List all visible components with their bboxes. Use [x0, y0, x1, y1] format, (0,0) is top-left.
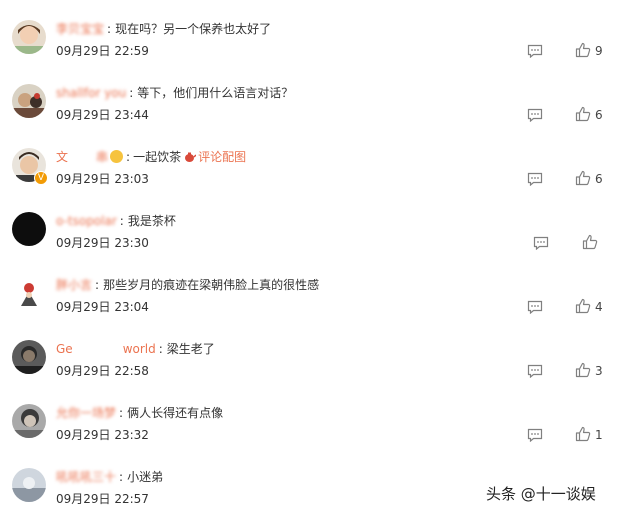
comment-line: 李贝宝宝: 现在吗？另一个保养也太好了: [56, 21, 271, 37]
username-link[interactable]: 胖小言: [56, 278, 92, 292]
separator: :: [119, 406, 124, 420]
avatar[interactable]: [12, 404, 46, 438]
comment-item: o-tsopolar: 我是茶杯 09月29日 23:30: [0, 208, 617, 272]
comment-text: 小迷弟: [127, 470, 164, 484]
username-link[interactable]: 李贝宝宝: [56, 22, 104, 36]
comment-text: 那些岁月的痕迹在梁朝伟脸上真的很性感: [103, 278, 320, 292]
comment-item: Ge world: 梁生老了 09月29日 22:58 3: [0, 336, 617, 400]
like-icon[interactable]: [575, 426, 591, 442]
username-link[interactable]: 允你一场梦: [56, 406, 116, 420]
avatar[interactable]: [12, 468, 46, 502]
avatar[interactable]: [12, 84, 46, 118]
reply-icon[interactable]: [533, 236, 549, 250]
watermark: 头条 @十一谈娱: [486, 485, 596, 503]
avatar[interactable]: [12, 340, 46, 374]
like-icon[interactable]: [575, 298, 591, 314]
like-count: 9: [595, 44, 603, 58]
like-icon[interactable]: [575, 42, 591, 58]
reply-icon[interactable]: [527, 428, 543, 442]
comment-line: 吼吼吼三十: 小迷弟: [56, 469, 163, 485]
comment-text: 俩人长得还有点像: [127, 406, 224, 420]
timestamp: 09月29日 22:57: [56, 492, 149, 506]
username-suffix[interactable]: world: [123, 342, 156, 356]
like-icon[interactable]: [575, 106, 591, 122]
username-link[interactable]: 吼吼吼三十: [56, 470, 116, 484]
username-link[interactable]: 文: [56, 150, 68, 164]
comment-item: 胖小言: 那些岁月的痕迹在梁朝伟脸上真的很性感 09月29日 23:04 4: [0, 272, 617, 336]
avatar[interactable]: [12, 276, 46, 310]
username-link[interactable]: o-tsopolar: [56, 214, 117, 228]
username-link[interactable]: Ge: [56, 342, 73, 356]
verified-badge-icon: V: [34, 171, 48, 185]
emoji-face-icon: [110, 150, 124, 163]
comment-line: 胖小言: 那些岁月的痕迹在梁朝伟脸上真的很性感: [56, 277, 319, 293]
separator: :: [119, 470, 124, 484]
comment-item: 李贝宝宝: 现在吗？另一个保养也太好了 09月29日 22:59 9: [0, 16, 617, 80]
reply-icon[interactable]: [527, 172, 543, 186]
like-count: 3: [595, 364, 603, 378]
comment-text: 一起饮茶: [133, 150, 182, 164]
comment-image-link[interactable]: 评论配图: [198, 150, 246, 164]
comment-item: shallfor you: 等下，他们用什么语言对话？ 09月29日 23:44 …: [0, 80, 617, 144]
avatar[interactable]: [12, 20, 46, 54]
comment-line: 文 串: 一起饮茶 评论配图: [56, 149, 246, 165]
comment-text: 梁生老了: [166, 342, 215, 356]
comment-text: 我是茶杯: [127, 214, 176, 228]
reply-icon[interactable]: [527, 300, 543, 314]
comment-line: shallfor you: 等下，他们用什么语言对话？: [56, 85, 293, 101]
timestamp: 09月29日 22:59: [56, 44, 149, 58]
comment-line: o-tsopolar: 我是茶杯: [56, 213, 176, 229]
username-suffix[interactable]: 串: [96, 150, 108, 164]
timestamp: 09月29日 23:30: [56, 236, 149, 250]
separator: :: [126, 150, 131, 164]
comment-line: Ge world: 梁生老了: [56, 341, 215, 357]
like-icon[interactable]: [575, 362, 591, 378]
separator: :: [119, 214, 124, 228]
like-count: 6: [595, 108, 603, 122]
like-icon[interactable]: [575, 170, 591, 186]
comment-item: V 文 串: 一起饮茶 评论配图 09月29日 23:03 6: [0, 144, 617, 208]
timestamp: 09月29日 23:04: [56, 300, 149, 314]
like-count: 4: [595, 300, 603, 314]
like-count: 6: [595, 172, 603, 186]
username-link[interactable]: shallfor you: [56, 86, 126, 100]
comment-text: 现在吗？另一个保养也太好了: [115, 22, 272, 36]
teapot-icon: [185, 152, 197, 162]
like-count: 1: [595, 428, 603, 442]
comment-item: 允你一场梦: 俩人长得还有点像 09月29日 23:32 1: [0, 400, 617, 464]
avatar[interactable]: [12, 212, 46, 246]
timestamp: 09月29日 23:44: [56, 108, 149, 122]
timestamp: 09月29日 23:32: [56, 428, 149, 442]
reply-icon[interactable]: [527, 364, 543, 378]
timestamp: 09月29日 22:58: [56, 364, 149, 378]
separator: :: [107, 22, 112, 36]
separator: :: [95, 278, 100, 292]
like-icon[interactable]: [582, 234, 598, 250]
separator: :: [158, 342, 163, 356]
reply-icon[interactable]: [527, 44, 543, 58]
timestamp: 09月29日 23:03: [56, 172, 149, 186]
comment-text: 等下，他们用什么语言对话？: [137, 86, 294, 100]
separator: :: [129, 86, 134, 100]
reply-icon[interactable]: [527, 108, 543, 122]
comment-line: 允你一场梦: 俩人长得还有点像: [56, 405, 223, 421]
